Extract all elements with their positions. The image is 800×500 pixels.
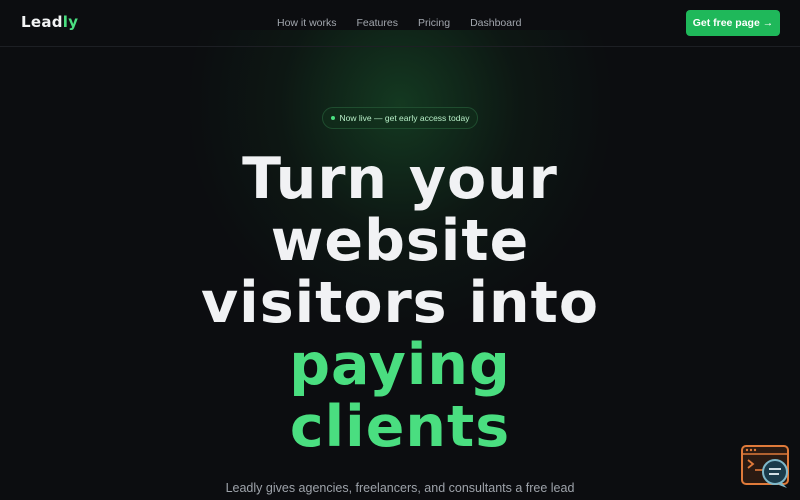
logo-accent: ly — [62, 13, 79, 31]
cta-label: Get free page — [692, 17, 760, 29]
headline-line-4: paying — [289, 332, 511, 398]
headline-line-2: website — [270, 208, 530, 274]
nav-link-dashboard[interactable]: Dashboard — [470, 17, 521, 29]
live-dot-icon — [330, 116, 335, 120]
logo[interactable]: Leadly — [21, 13, 78, 31]
hero-headline: Turn your website visitors into paying c… — [0, 148, 800, 458]
nav-links: How it works Features Pricing Dashboard — [277, 17, 541, 29]
nav-link-features[interactable]: Features — [357, 17, 398, 29]
chat-support-icon[interactable] — [741, 444, 791, 490]
nav-link-pricing[interactable]: Pricing — [418, 17, 450, 29]
nav-link-how-it-works[interactable]: How it works — [277, 17, 337, 29]
arrow-right-icon: → — [762, 17, 774, 29]
badge-text: Now live — get early access today — [339, 113, 470, 123]
landing-page: Leadly How it works Features Pricing Das… — [0, 0, 800, 500]
early-access-badge: Now live — get early access today — [322, 107, 478, 129]
logo-main: Lead — [21, 13, 63, 31]
top-navigation: Leadly How it works Features Pricing Das… — [0, 0, 800, 47]
headline-line-3: visitors into — [201, 270, 599, 336]
hero-subtext: Leadly gives agencies, freelancers, and … — [225, 481, 575, 495]
headline-line-5: clients — [289, 394, 511, 460]
headline-line-1: Turn your — [242, 146, 558, 212]
get-free-page-button[interactable]: Get free page → — [686, 10, 780, 36]
